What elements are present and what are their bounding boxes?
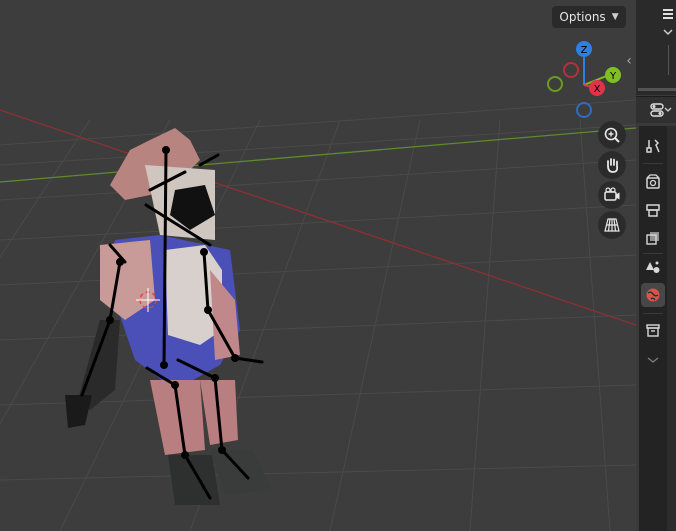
gizmo-y-label: Y xyxy=(609,71,617,82)
zoom-icon xyxy=(604,127,620,143)
hand-pan-icon xyxy=(607,158,619,173)
menu-icon[interactable] xyxy=(662,8,674,20)
tab-world[interactable] xyxy=(641,283,665,307)
y-axis-line xyxy=(0,127,636,183)
perspective-toggle-button[interactable] xyxy=(598,211,626,239)
tab-output[interactable] xyxy=(641,198,665,222)
pan-button[interactable] xyxy=(598,151,626,179)
tab-collection[interactable] xyxy=(641,318,665,342)
chevron-down-icon xyxy=(647,357,659,363)
outliner-header xyxy=(636,0,676,95)
zoom-button[interactable] xyxy=(598,121,626,149)
collection-icon xyxy=(646,324,660,337)
resize-handle[interactable] xyxy=(638,88,676,91)
options-dropdown[interactable]: Options ▼ xyxy=(552,6,626,28)
options-label: Options xyxy=(559,10,606,24)
tab-separator xyxy=(643,253,663,254)
gizmo-neg-z[interactable] xyxy=(576,102,592,118)
chevron-down-icon: ▼ xyxy=(611,12,619,22)
scene-icon xyxy=(646,261,660,273)
tab-tool[interactable] xyxy=(641,134,665,158)
properties-panel-edge xyxy=(667,126,676,531)
gizmo-x-label: X xyxy=(594,84,601,95)
properties-header xyxy=(636,96,676,123)
x-axis-line xyxy=(0,109,636,326)
gizmo-neg-y[interactable] xyxy=(547,76,563,92)
chevron-down-icon[interactable] xyxy=(663,28,673,36)
3d-viewport[interactable]: Z Y X Options ▼ ‹ xyxy=(0,0,636,531)
viewport-grid: Z Y X xyxy=(0,41,636,531)
scroll-divider xyxy=(668,45,669,75)
world-icon xyxy=(646,288,660,302)
editor-type-icon[interactable] xyxy=(650,102,672,118)
tab-more[interactable] xyxy=(641,348,665,372)
gizmo-z-label: Z xyxy=(581,45,588,56)
perspective-grid-icon xyxy=(604,218,620,232)
tab-scene[interactable] xyxy=(641,255,665,279)
tab-separator xyxy=(643,313,663,314)
tool-icon xyxy=(646,139,660,153)
render-icon xyxy=(646,174,660,189)
output-icon xyxy=(646,204,660,217)
camera-view-button[interactable] xyxy=(598,181,626,209)
camera-view-icon xyxy=(604,187,620,201)
tab-render[interactable] xyxy=(641,170,665,194)
chevron-left-icon[interactable]: ‹ xyxy=(622,50,636,72)
tab-view-layer[interactable] xyxy=(641,226,665,250)
tab-separator xyxy=(643,163,663,164)
view-layer-icon xyxy=(646,232,659,245)
gizmo-neg-x[interactable] xyxy=(563,62,579,78)
